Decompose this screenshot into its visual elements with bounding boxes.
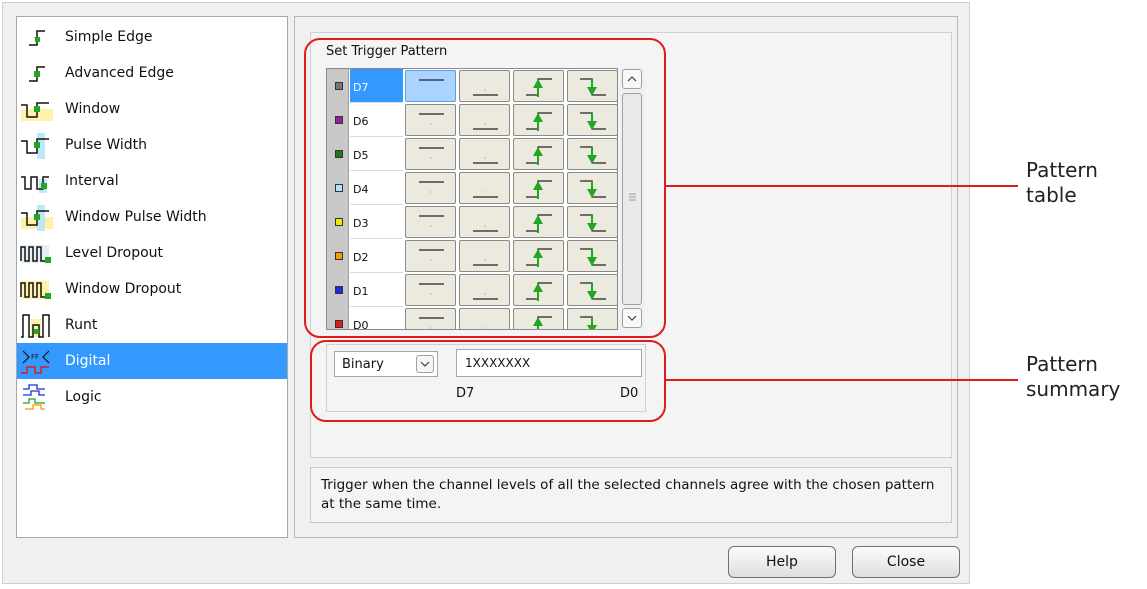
window-dropout-icon: [20, 281, 51, 299]
trigger-item-simple-edge[interactable]: Simple Edge: [17, 19, 287, 55]
trigger-item-label: Advanced Edge: [65, 65, 174, 81]
window-pulse-width-icon: [21, 205, 53, 231]
pattern-table-callout-line2: table: [1026, 183, 1077, 207]
runt-icon: [21, 314, 50, 338]
trigger-item-label: Window: [65, 101, 121, 117]
trigger-item-interval[interactable]: Interval: [17, 163, 287, 199]
trigger-item-label: Runt: [65, 317, 98, 333]
pulse-width-icon: [21, 133, 49, 159]
trigger-item-label: Window Pulse Width: [65, 209, 207, 225]
trigger-item-level-dropout[interactable]: Level Dropout: [17, 235, 287, 271]
trigger-item-label: Window Dropout: [65, 281, 182, 297]
pattern-table-callout-line: [666, 185, 1018, 187]
trigger-item-label: Simple Edge: [65, 29, 153, 45]
trigger-item-pulse-width[interactable]: Pulse Width: [17, 127, 287, 163]
advanced-edge-icon: [29, 66, 45, 82]
digital-icon: FF: [21, 347, 51, 375]
help-button[interactable]: Help: [728, 546, 836, 578]
trigger-description: Trigger when the channel levels of all t…: [310, 467, 952, 523]
pattern-table-callout-line1: Pattern: [1026, 158, 1098, 182]
level-dropout-icon: [20, 245, 51, 263]
trigger-item-runt[interactable]: Runt: [17, 307, 287, 343]
trigger-item-label: Pulse Width: [65, 137, 147, 153]
trigger-item-label: Interval: [65, 173, 119, 189]
trigger-item-logic[interactable]: Logic: [17, 379, 287, 415]
trigger-item-label: Logic: [65, 389, 102, 405]
logic-icon: [23, 384, 45, 410]
interval-icon: [21, 176, 49, 193]
pattern-summary-callout-line1: Pattern: [1026, 352, 1098, 376]
trigger-item-window[interactable]: Window: [17, 91, 287, 127]
trigger-item-advanced-edge[interactable]: Advanced Edge: [17, 55, 287, 91]
trigger-item-window-dropout[interactable]: Window Dropout: [17, 271, 287, 307]
trigger-item-window-pulse-width[interactable]: Window Pulse Width: [17, 199, 287, 235]
pattern-summary-callout: Pattern summary: [1026, 352, 1120, 402]
pattern-summary-highlight: [310, 340, 666, 422]
trigger-item-digital[interactable]: FF Digital: [17, 343, 287, 379]
trigger-item-label: Digital: [65, 353, 111, 369]
window-trigger-icon: [21, 102, 53, 121]
pattern-summary-callout-line: [666, 379, 1018, 381]
trigger-item-label: Level Dropout: [65, 245, 164, 261]
pattern-table-highlight: [304, 38, 666, 338]
trigger-type-list: Simple Edge Advanced Edge Window Pulse W…: [16, 16, 288, 538]
svg-text:FF: FF: [31, 353, 39, 361]
pattern-summary-callout-line2: summary: [1026, 377, 1121, 401]
simple-edge-icon: [29, 30, 45, 46]
close-button[interactable]: Close: [852, 546, 960, 578]
pattern-table-callout: Pattern table: [1026, 158, 1098, 208]
